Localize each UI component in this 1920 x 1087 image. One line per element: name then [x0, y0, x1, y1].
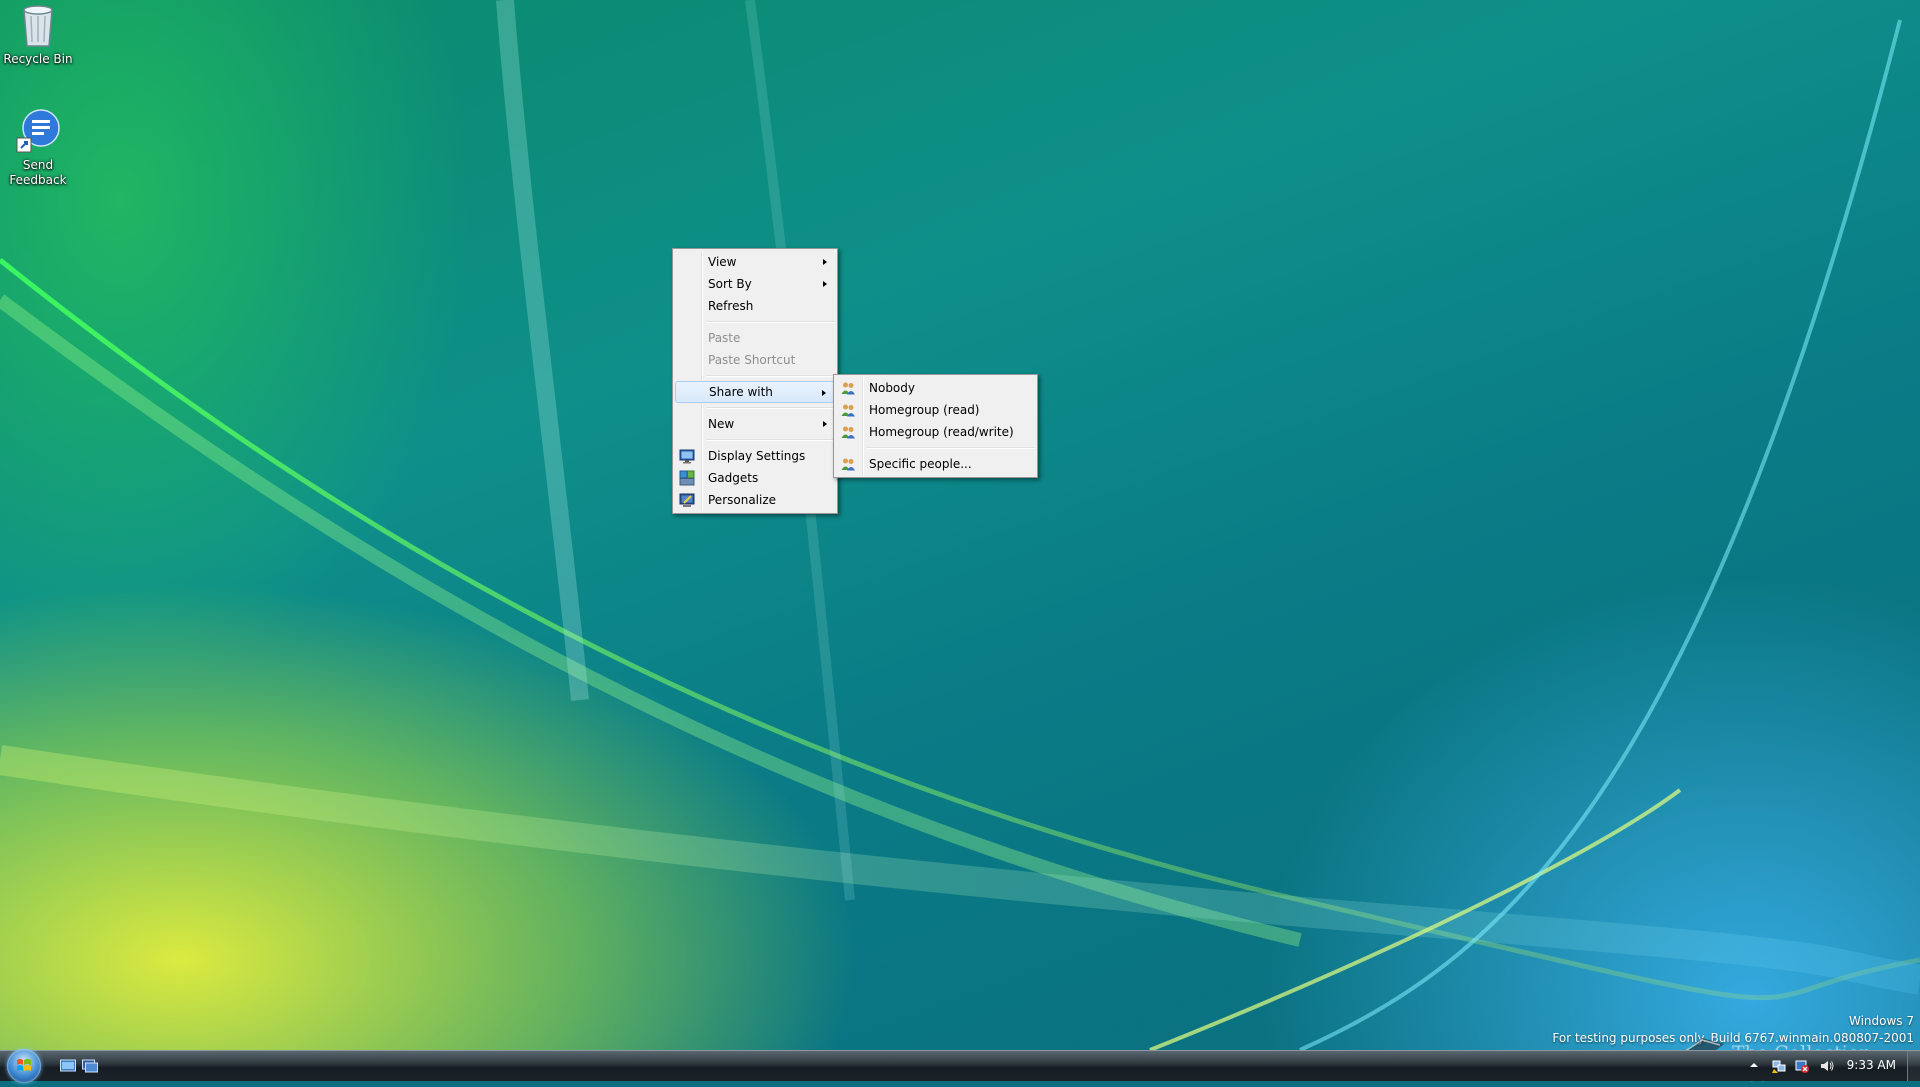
show-hidden-icons-icon[interactable] [1750, 1061, 1758, 1069]
start-button[interactable] [7, 1049, 41, 1083]
menu-item-label: Share with [709, 385, 773, 399]
taskbar: 9:33 AM [0, 1049, 1920, 1083]
menu-separator [706, 375, 835, 377]
feedback-icon [16, 109, 60, 153]
wallpaper-streaks [0, 0, 1920, 1050]
menu-item-paste-shortcut: Paste Shortcut [675, 349, 835, 371]
desktop-icon-send-feedback[interactable]: Send Feedback [0, 108, 76, 188]
recycle-bin-icon [23, 5, 53, 47]
submenu-arrow-icon [823, 259, 827, 265]
watermark-product: Windows 7 [1848, 1014, 1914, 1028]
menu-item-label: Homegroup (read/write) [869, 425, 1014, 439]
taskbar-clock[interactable]: 9:33 AM [1847, 1058, 1896, 1072]
menu-item-label: Homegroup (read) [869, 403, 980, 417]
submenu-arrow-icon [822, 390, 826, 396]
menu-item-refresh[interactable]: Refresh [675, 295, 835, 317]
share-with-submenu: Nobody Homegroup (read) Homegroup (read/… [833, 374, 1038, 478]
action-center-icon[interactable] [1795, 1059, 1809, 1073]
menu-item-paste: Paste [675, 327, 835, 349]
desktop-context-menu: View Sort By Refresh Paste Paste Shortcu… [672, 248, 838, 514]
menu-separator [706, 321, 835, 323]
share-nobody[interactable]: Nobody [836, 377, 1035, 399]
switch-windows-quicklaunch-icon[interactable] [82, 1059, 98, 1073]
people-icon [841, 426, 855, 439]
network-icon[interactable] [1772, 1059, 1786, 1073]
menu-item-label: Paste [708, 331, 741, 345]
menu-item-label: Specific people... [869, 457, 972, 471]
desktop-icon-label: Recycle Bin [3, 52, 73, 66]
menu-item-sort-by[interactable]: Sort By [675, 273, 835, 295]
menu-item-label: Refresh [708, 299, 754, 313]
show-desktop-quicklaunch-icon[interactable] [60, 1059, 76, 1073]
show-desktop-button[interactable] [1907, 1051, 1920, 1081]
menu-item-label: View [708, 255, 737, 269]
menu-separator [706, 439, 835, 441]
share-specific-people[interactable]: Specific people... [836, 453, 1035, 475]
menu-item-gadgets[interactable]: Gadgets [675, 467, 835, 489]
personalize-icon [679, 493, 695, 507]
menu-item-new[interactable]: New [675, 413, 835, 435]
menu-item-label: Personalize [708, 493, 777, 507]
people-icon [841, 404, 855, 417]
menu-item-display-settings[interactable]: Display Settings [675, 445, 835, 467]
display-settings-icon [679, 449, 695, 464]
menu-separator [867, 447, 1035, 449]
menu-separator [706, 407, 835, 409]
menu-item-personalize[interactable]: Personalize [675, 489, 835, 511]
submenu-arrow-icon [823, 281, 827, 287]
share-homegroup-read[interactable]: Homegroup (read) [836, 399, 1035, 421]
volume-icon[interactable] [1820, 1059, 1834, 1073]
desktop-icon-recycle-bin[interactable]: Recycle Bin [0, 2, 76, 67]
desktop-icon-label: Send Feedback [9, 158, 67, 187]
submenu-arrow-icon [823, 421, 827, 427]
people-icon [841, 458, 855, 471]
menu-item-label: Paste Shortcut [708, 353, 796, 367]
share-homegroup-read-write[interactable]: Homegroup (read/write) [836, 421, 1035, 443]
menu-item-label: Sort By [708, 277, 752, 291]
desktop-wallpaper[interactable] [0, 0, 1920, 1050]
windows-logo-icon [17, 1059, 31, 1071]
menu-item-label: Nobody [869, 381, 915, 395]
menu-item-view[interactable]: View [675, 251, 835, 273]
menu-item-label: New [708, 417, 735, 431]
menu-item-share-with[interactable]: Share with [675, 381, 835, 403]
menu-item-label: Gadgets [708, 471, 759, 485]
menu-item-label: Display Settings [708, 449, 806, 463]
people-icon [841, 382, 855, 395]
gadgets-icon [679, 470, 695, 486]
